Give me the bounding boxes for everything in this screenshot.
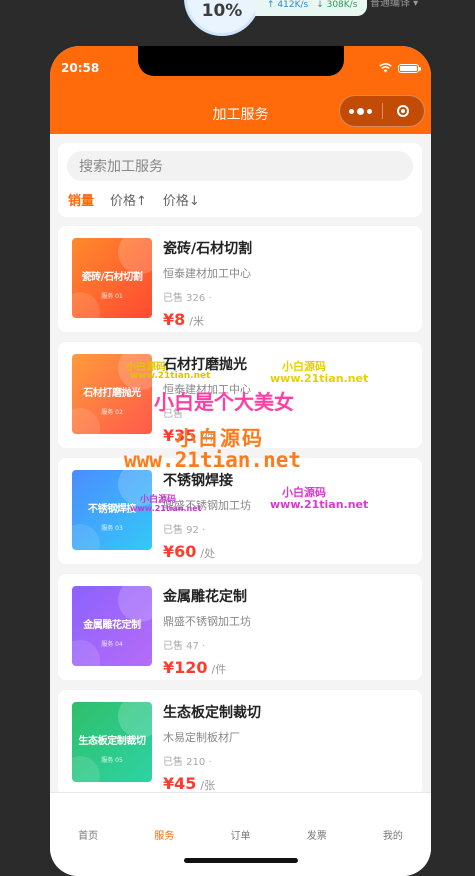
service-card[interactable]: 金属雕花定制 服务 04 金属雕花定制 鼎盛不锈钢加工坊 已售 47 · ¥12… [58,574,422,680]
service-thumbnail: 瓷砖/石材切割 服务 01 [72,238,152,318]
sort-tab-price-desc[interactable]: 价格↓ [163,190,200,209]
price: ¥8 [163,310,186,329]
tab-home[interactable]: 首页 [50,793,126,875]
more-menu-icon[interactable] [340,107,382,115]
phone-screen: 20:58 加工服务 搜索加工服务 销量 价格↑ 价格↓ 瓷砖/石材切割 服务 … [50,46,431,876]
home-indicator[interactable] [184,858,298,863]
thumbnail-title: 生态板定制裁切 [78,736,146,747]
shop-name: 恒泰建材加工中心 [163,267,251,280]
service-thumbnail: 生态板定制裁切 服务 05 [72,702,152,782]
network-speed-widget: ↑ 412K/s ↓ 308K/s [255,0,367,16]
service-name: 金属雕花定制 [163,589,247,605]
search-panel: 搜索加工服务 销量 价格↑ 价格↓ [58,143,422,217]
battery-icon [398,63,421,73]
shop-name: 鼎盛不锈钢加工坊 [163,615,251,628]
price-unit: /件 [211,663,227,676]
search-input[interactable]: 搜索加工服务 [67,151,413,181]
price-unit: /米 [189,315,204,328]
sold-count: 已售 210 · [163,757,212,768]
service-name: 瓷砖/石材切割 [163,241,253,257]
thumbnail-subtitle: 服务 05 [101,757,123,764]
price: ¥45 [163,774,197,793]
wifi-icon [379,63,392,73]
recorder-progress-badge: 10% [184,0,260,36]
sold-count: 已售 92 · [163,525,206,536]
thumbnail-subtitle: 服务 04 [101,641,123,648]
status-time: 20:58 [61,61,100,75]
thumbnail-subtitle: 服务 03 [101,525,123,532]
upload-speed: ↑ 412K/s [267,0,309,10]
service-thumbnail: 石材打磨抛光 服务 02 [72,354,152,434]
thumbnail-subtitle: 服务 01 [101,293,123,300]
service-thumbnail: 不锈钢焊接 服务 03 [72,470,152,550]
price-unit: /件 [200,431,216,444]
price-unit: /处 [200,547,216,560]
close-miniprogram-icon[interactable] [382,105,424,117]
sold-count: 已售 326 · [163,293,212,304]
thumbnail-title: 石材打磨抛光 [83,388,141,399]
service-name: 石材打磨抛光 [163,357,247,373]
shop-name: 鼎盛不锈钢加工坊 [163,499,251,512]
download-speed: ↓ 308K/s [316,0,358,10]
status-icons [379,63,421,73]
service-thumbnail: 金属雕花定制 服务 04 [72,586,152,666]
thumbnail-title: 瓷砖/石材切割 [81,272,143,283]
shop-name: 恒泰建材加工中心 [163,383,251,396]
service-card[interactable]: 生态板定制裁切 服务 05 生态板定制裁切 木易定制板材厂 已售 210 · ¥… [58,690,422,796]
tab-profile[interactable]: 我的 [355,793,431,875]
sold-count: 已售 47 · [163,641,206,652]
thumbnail-title: 金属雕花定制 [83,620,141,631]
sort-tabs: 销量 价格↑ 价格↓ [68,190,200,209]
miniprogram-capsule [339,95,425,127]
price: ¥60 [163,542,197,561]
thumbnail-subtitle: 服务 02 [101,409,123,416]
bottom-tab-bar: 首页 服务 订单 发票 我的 [50,792,431,876]
service-card[interactable]: 瓷砖/石材切割 服务 01 瓷砖/石材切割 恒泰建材加工中心 已售 326 · … [58,226,422,332]
service-name: 不锈钢焊接 [163,473,233,489]
service-card[interactable]: 不锈钢焊接 服务 03 不锈钢焊接 鼎盛不锈钢加工坊 已售 92 · ¥60/处 [58,458,422,564]
sold-count: 已售 [163,409,183,420]
thumbnail-title: 不锈钢焊接 [88,504,136,515]
service-name: 生态板定制裁切 [163,705,261,721]
price-unit: /张 [200,779,216,792]
price: ¥120 [163,658,208,677]
sort-tab-sales[interactable]: 销量 [68,190,94,209]
compile-mode-dropdown[interactable]: 普通编译 ▾ [370,0,418,9]
service-card[interactable]: 石材打磨抛光 服务 02 石材打磨抛光 恒泰建材加工中心 已售 ¥35/件 [58,342,422,448]
camera-notch [138,46,344,76]
shop-name: 木易定制板材厂 [163,731,240,744]
sort-tab-price-asc[interactable]: 价格↑ [110,190,147,209]
recorder-percent: 10% [201,1,243,21]
price: ¥35 [163,426,197,445]
